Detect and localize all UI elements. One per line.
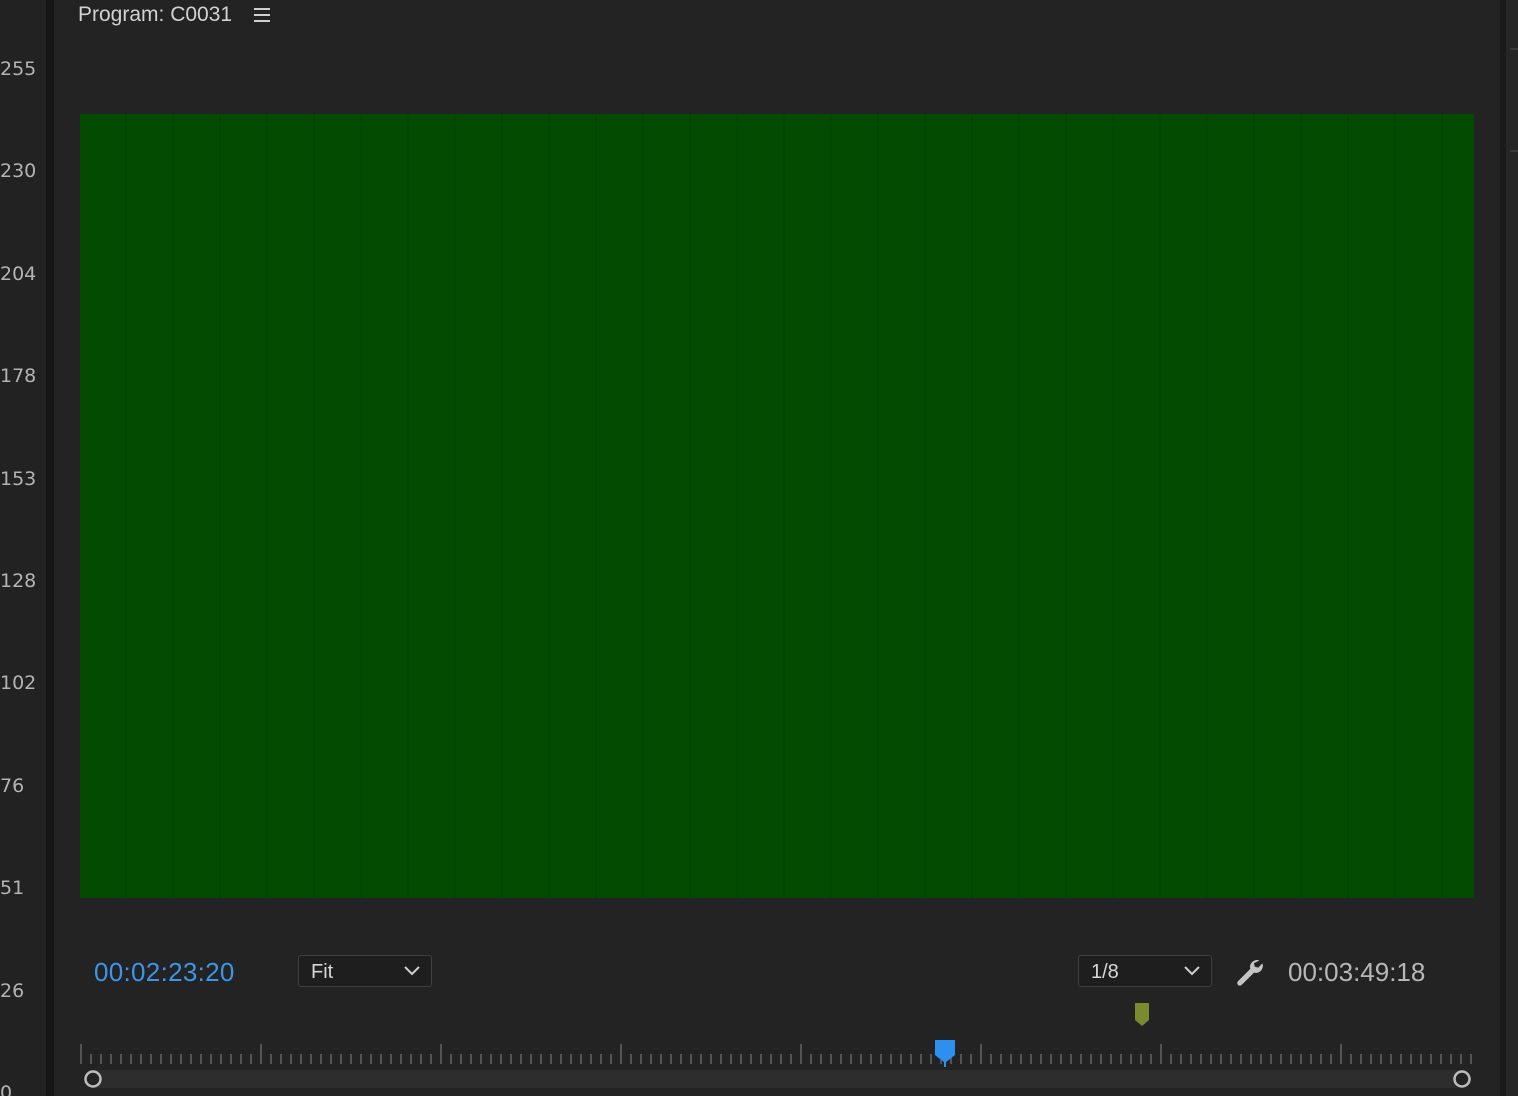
scale-label: 26 [0,980,25,1002]
program-monitor-window: 255 230 204 178 153 128 102 76 51 26 0 P… [0,0,1518,1096]
program-monitor-panel: Program: C0031 00:02:23:20 Fit 1/8 00:03… [54,0,1500,1096]
chevron-down-icon [1184,966,1200,976]
scale-label: 178 [0,365,37,387]
video-preview[interactable] [80,114,1474,898]
playhead-icon[interactable] [932,1039,958,1067]
scale-label: 153 [0,468,37,490]
panel-divider[interactable] [46,0,54,1096]
scrollbar-right-handle[interactable] [1452,1069,1472,1089]
scale-label: 230 [0,160,37,182]
zoom-level-value: Fit [311,961,334,983]
time-ruler[interactable] [80,1042,1474,1068]
hamburger-menu-icon[interactable] [254,8,271,22]
scale-label: 204 [0,263,37,285]
chevron-down-icon [404,966,420,976]
playhead-timecode[interactable]: 00:02:23:20 [94,956,235,988]
scope-scale: 255 230 204 178 153 128 102 76 51 26 0 [0,0,46,1096]
scale-label: 128 [0,570,37,592]
playback-resolution-dropdown[interactable]: 1/8 [1078,955,1212,987]
timeline-scrollbar[interactable] [88,1070,1466,1088]
zoom-level-dropdown[interactable]: Fit [298,955,432,987]
scale-label: 51 [0,877,25,899]
duration-timecode: 00:03:49:18 [1288,957,1426,987]
scale-label: 255 [0,58,37,80]
marker-icon[interactable] [1134,1002,1150,1028]
panel-title[interactable]: Program: C0031 [78,2,232,28]
playback-resolution-value: 1/8 [1091,961,1119,983]
scale-label: 102 [0,672,37,694]
scrollbar-left-handle[interactable] [83,1069,103,1089]
scale-label: 76 [0,775,25,797]
panel-edge [1500,0,1518,1096]
wrench-icon[interactable] [1232,954,1266,988]
scale-label: 0 [0,1082,13,1096]
